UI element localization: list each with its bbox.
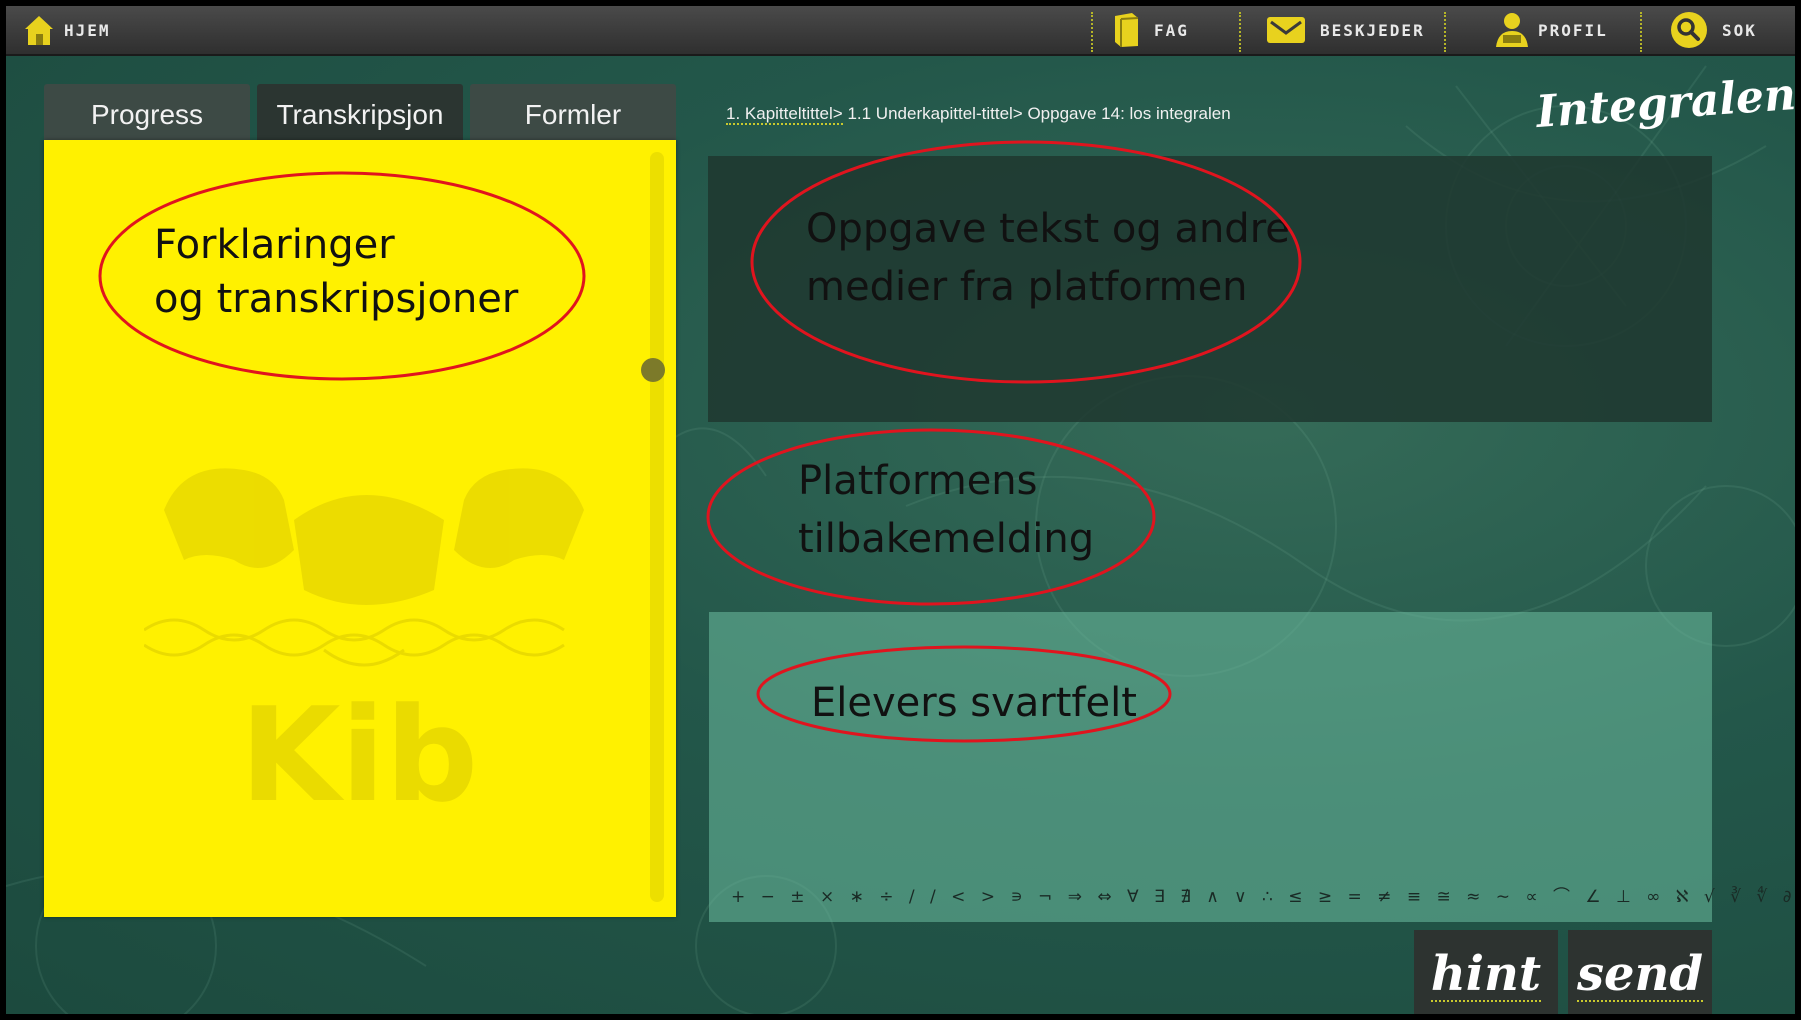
envelope-icon bbox=[1267, 17, 1305, 43]
watermark-text: Kib bbox=[240, 679, 478, 830]
panel-annotation-line2: og transkripsjoner bbox=[154, 276, 519, 323]
nav-search[interactable]: SOK bbox=[1670, 6, 1757, 54]
math-symbol-toolbar[interactable]: + − ± × ∗ ÷ / / < > ∍ ¬ ⇒ ⇔ ∀ ∃ ∄ ∧ ∨ ∴ … bbox=[731, 882, 1795, 907]
transcription-panel: Kib Forklaringer og transkripsjoner bbox=[44, 140, 676, 917]
nav-profile[interactable]: PROFIL bbox=[1492, 6, 1608, 54]
nav-messages[interactable]: BESKJEDER bbox=[1266, 6, 1425, 54]
brand-logo: Integralen bbox=[1534, 68, 1795, 139]
profile-icon bbox=[1496, 13, 1528, 47]
hint-button-label: hint bbox=[1430, 945, 1542, 1003]
panel-annotation-line1: Forklaringer bbox=[154, 222, 395, 268]
nav-separator bbox=[1091, 12, 1093, 52]
home-icon bbox=[25, 16, 53, 45]
task-content-area: Oppgave tekst og andre medier fra platfo… bbox=[708, 156, 1712, 422]
answer-input-field[interactable]: Elevers svartfelt + − ± × ∗ ÷ / / < > ∍ … bbox=[709, 612, 1795, 922]
panel-scrollbar[interactable] bbox=[650, 152, 664, 902]
breadcrumb: 1. Kapitteltittel> 1.1 Underkapittel-tit… bbox=[726, 104, 1231, 125]
breadcrumb-chapter-link[interactable]: 1. Kapitteltittel> bbox=[726, 104, 843, 125]
book-icon bbox=[1115, 13, 1139, 47]
panel-scroll-thumb[interactable] bbox=[641, 358, 665, 382]
nav-subjects-label: FAG bbox=[1154, 20, 1189, 40]
kib-logo-watermark: Kib bbox=[144, 468, 584, 830]
feedback-annotation-line1: Platformens bbox=[798, 458, 1038, 504]
nav-subjects[interactable]: FAG bbox=[1112, 6, 1189, 54]
tab-progress[interactable]: Progress bbox=[44, 84, 250, 146]
nav-profile-label: PROFIL bbox=[1538, 20, 1608, 40]
task-annotation-line2: medier fra platformen bbox=[806, 264, 1248, 310]
panel-annotation: Forklaringer og transkripsjoner bbox=[154, 218, 518, 327]
send-button[interactable]: send bbox=[1568, 930, 1712, 1014]
nav-separator bbox=[1640, 12, 1642, 52]
nav-home-label: HJEM bbox=[64, 20, 111, 40]
app-window: HJEM FAG BESKJEDER PROFIL SOK Progress T… bbox=[6, 6, 1795, 1014]
task-annotation: Oppgave tekst og andre medier fra platfo… bbox=[806, 200, 1290, 316]
answer-annotation: Elevers svartfelt bbox=[811, 680, 1137, 726]
task-annotation-line1: Oppgave tekst og andre bbox=[806, 206, 1290, 252]
feedback-annotation-line2: tilbakemelding bbox=[798, 516, 1095, 562]
breadcrumb-rest: 1.1 Underkapittel-tittel> Oppgave 14: lo… bbox=[842, 104, 1231, 123]
search-icon bbox=[1671, 12, 1707, 48]
send-button-label: send bbox=[1576, 945, 1704, 1003]
nav-search-label: SOK bbox=[1722, 20, 1757, 40]
tab-transkripsjon[interactable]: Transkripsjon bbox=[257, 84, 463, 146]
nav-separator bbox=[1444, 12, 1446, 52]
feedback-area: Platformens tilbakemelding bbox=[798, 452, 1094, 568]
tab-formler[interactable]: Formler bbox=[470, 84, 676, 146]
hint-button[interactable]: hint bbox=[1414, 930, 1558, 1014]
nav-messages-label: BESKJEDER bbox=[1320, 20, 1425, 40]
nav-separator bbox=[1239, 12, 1241, 52]
nav-home[interactable]: HJEM bbox=[22, 6, 111, 54]
top-navigation-bar: HJEM FAG BESKJEDER PROFIL SOK bbox=[6, 6, 1795, 56]
